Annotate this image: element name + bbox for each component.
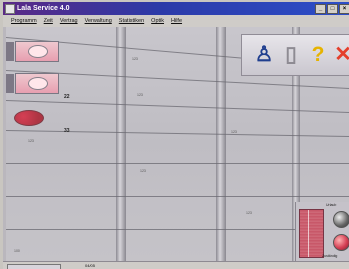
row-label: 123 <box>140 169 146 173</box>
window-controls: _ □ × <box>315 4 349 14</box>
help-icon[interactable]: ? <box>308 40 328 69</box>
minimize-button[interactable]: _ <box>315 4 326 14</box>
title-bar: Lala Service 4.0 _ □ × <box>3 2 349 15</box>
row-label: 123 <box>28 139 34 143</box>
menu-item[interactable]: Programm <box>11 18 37 24</box>
menu-item[interactable]: Zeit <box>44 18 53 24</box>
lower-label: 100 <box>14 249 20 253</box>
menu-item[interactable]: Vertrag <box>60 18 78 24</box>
tool-palette: ♙ ▯ ? ✕ <box>241 34 349 76</box>
close-red-icon[interactable]: ✕ <box>333 40 349 69</box>
menu-item[interactable]: Verwaltung <box>85 18 112 24</box>
row-label: 123 <box>246 211 252 215</box>
red-cabinet[interactable] <box>299 209 324 258</box>
room-round-card[interactable] <box>14 110 44 126</box>
close-button[interactable]: × <box>339 4 349 14</box>
menu-item[interactable]: Hilfe <box>171 18 182 24</box>
panel-bottom-label: Zuständig <box>322 254 338 258</box>
card-side <box>6 74 14 93</box>
room-card[interactable] <box>15 41 59 62</box>
building-column <box>216 27 226 261</box>
app-icon <box>5 4 15 14</box>
status-bar: 04/05 <box>3 261 349 269</box>
status-text: 04/05 <box>85 263 96 268</box>
room-card[interactable] <box>15 73 59 94</box>
row-label: 123 <box>231 130 237 134</box>
red-status-icon[interactable] <box>333 234 349 251</box>
progress-box <box>7 264 61 269</box>
maximize-button[interactable]: □ <box>327 4 338 14</box>
menu-bar: Programm Zeit Vertrag Verwaltung Statist… <box>3 15 349 27</box>
floor-line <box>6 163 349 164</box>
room-number: 22 <box>64 94 70 100</box>
building-column <box>116 27 126 261</box>
application-window: Lala Service 4.0 _ □ × Programm Zeit Ver… <box>0 0 349 269</box>
window-title: Lala Service 4.0 <box>17 5 70 12</box>
room-number: 33 <box>64 128 70 134</box>
row-label: 123 <box>137 93 143 97</box>
card-side <box>6 42 14 61</box>
grey-status-icon[interactable] <box>333 211 349 228</box>
row-label: 123 <box>132 57 138 61</box>
panel-top-label: Urlaub <box>326 203 337 207</box>
grey-icon[interactable]: ▯ <box>281 40 301 69</box>
person-icon[interactable]: ♙ <box>254 40 274 69</box>
floor-line <box>6 196 349 197</box>
menu-item[interactable]: Statistiken <box>119 18 144 24</box>
menu-item[interactable]: Optik <box>151 18 164 24</box>
